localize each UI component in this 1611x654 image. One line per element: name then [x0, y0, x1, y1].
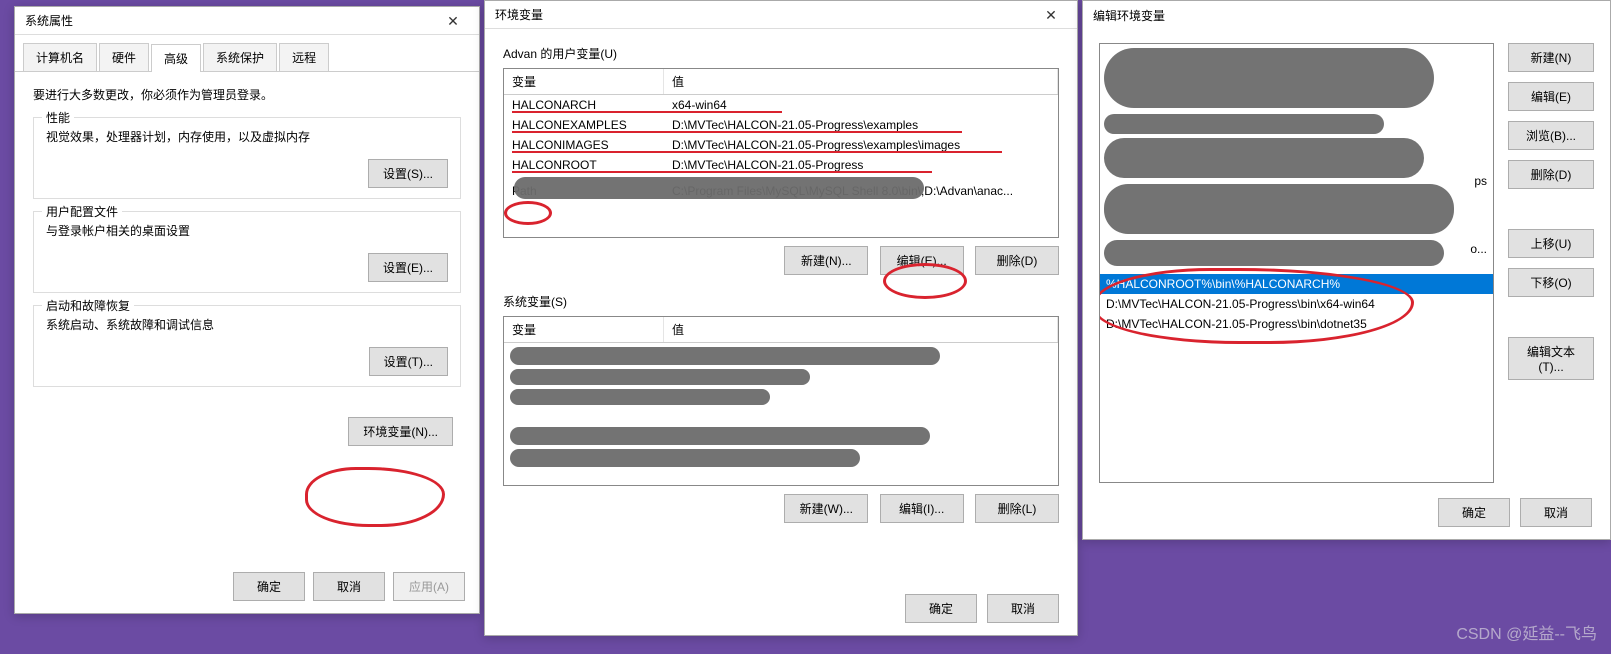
tabs: 计算机名 硬件 高级 系统保护 远程 — [15, 35, 479, 72]
redaction-scribble — [1104, 114, 1384, 134]
redaction-scribble — [1104, 184, 1454, 234]
group-desc: 与登录帐户相关的桌面设置 — [46, 222, 448, 239]
group-desc: 视觉效果，处理器计划，内存使用，以及虚拟内存 — [46, 128, 448, 145]
system-properties-dialog: 系统属性 ✕ 计算机名 硬件 高级 系统保护 远程 要进行大多数更改，你必须作为… — [14, 6, 480, 614]
user-vars-table[interactable]: 变量 值 HALCONARCHx64-win64 HALCONEXAMPLESD… — [503, 68, 1059, 238]
annotation-underline — [512, 171, 932, 173]
user-profile-group: 用户配置文件 与登录帐户相关的桌面设置 设置(E)... — [33, 211, 461, 293]
redaction-scribble — [510, 389, 770, 405]
group-label: 性能 — [42, 109, 74, 126]
redaction-scribble — [514, 177, 924, 199]
tab-hardware[interactable]: 硬件 — [99, 43, 149, 71]
user-vars-label: Advan 的用户变量(U) — [503, 45, 1059, 62]
redaction-scribble — [1104, 240, 1444, 266]
path-suffix: o... — [1470, 242, 1487, 256]
sys-edit-button[interactable]: 编辑(I)... — [880, 494, 964, 523]
startup-group: 启动和故障恢复 系统启动、系统故障和调试信息 设置(T)... — [33, 305, 461, 387]
annotation-circle — [305, 467, 445, 527]
annotation-circle — [883, 263, 967, 299]
redaction-scribble — [510, 427, 930, 445]
apply-button: 应用(A) — [393, 572, 465, 601]
redaction-scribble — [510, 347, 940, 365]
col-header-value[interactable]: 值 — [664, 69, 1058, 94]
annotation-underline — [512, 111, 782, 113]
redaction-scribble — [510, 369, 810, 385]
edit-button[interactable]: 编辑(E) — [1508, 82, 1594, 111]
user-delete-button[interactable]: 删除(D) — [975, 246, 1059, 275]
group-desc: 系统启动、系统故障和调试信息 — [46, 316, 448, 333]
col-header-value[interactable]: 值 — [664, 317, 1058, 342]
user-new-button[interactable]: 新建(N)... — [784, 246, 868, 275]
group-label: 用户配置文件 — [42, 203, 122, 220]
environment-variables-button[interactable]: 环境变量(N)... — [348, 417, 453, 446]
close-icon[interactable]: ✕ — [433, 11, 473, 31]
group-label: 启动和故障恢复 — [42, 297, 134, 314]
path-suffix: ps — [1474, 174, 1487, 188]
sys-vars-label: 系统变量(S) — [503, 293, 1059, 310]
edit-text-button[interactable]: 编辑文本(T)... — [1508, 337, 1594, 380]
tab-advanced[interactable]: 高级 — [151, 44, 201, 72]
new-button[interactable]: 新建(N) — [1508, 43, 1594, 72]
ok-button[interactable]: 确定 — [1438, 498, 1510, 527]
annotation-circle — [1099, 268, 1414, 344]
annotation-underline — [512, 151, 1002, 153]
tab-remote[interactable]: 远程 — [279, 43, 329, 71]
cancel-button[interactable]: 取消 — [313, 572, 385, 601]
move-down-button[interactable]: 下移(O) — [1508, 268, 1594, 297]
startup-settings-button[interactable]: 设置(T)... — [369, 347, 448, 376]
performance-group: 性能 视觉效果，处理器计划，内存使用，以及虚拟内存 设置(S)... — [33, 117, 461, 199]
ok-button[interactable]: 确定 — [233, 572, 305, 601]
sys-vars-table[interactable]: 变量 值 — [503, 316, 1059, 486]
redaction-scribble — [510, 449, 860, 467]
annotation-circle — [504, 201, 552, 225]
col-header-name[interactable]: 变量 — [504, 69, 664, 94]
close-icon[interactable]: ✕ — [1031, 5, 1071, 25]
dialog-title: 环境变量 — [495, 6, 1031, 23]
titlebar[interactable]: 环境变量 ✕ — [485, 1, 1077, 29]
col-header-name[interactable]: 变量 — [504, 317, 664, 342]
dialog-title: 编辑环境变量 — [1093, 7, 1604, 24]
annotation-underline — [512, 131, 962, 133]
ok-button[interactable]: 确定 — [905, 594, 977, 623]
titlebar[interactable]: 编辑环境变量 — [1083, 1, 1610, 29]
path-list[interactable]: ps o... %HALCONROOT%\bin\%HALCONARCH% D:… — [1099, 43, 1494, 483]
watermark: CSDN @延益--飞鸟 — [1456, 620, 1597, 644]
sys-delete-button[interactable]: 删除(L) — [975, 494, 1059, 523]
edit-path-dialog: 编辑环境变量 ps o... %HALCONROOT%\bin\%HALCONA… — [1082, 0, 1611, 540]
tab-system-protection[interactable]: 系统保护 — [203, 43, 277, 71]
redaction-scribble — [1104, 48, 1434, 108]
delete-button[interactable]: 删除(D) — [1508, 160, 1594, 189]
cancel-button[interactable]: 取消 — [987, 594, 1059, 623]
titlebar[interactable]: 系统属性 ✕ — [15, 7, 479, 35]
profile-settings-button[interactable]: 设置(E)... — [368, 253, 448, 282]
tab-computer-name[interactable]: 计算机名 — [23, 43, 97, 71]
performance-settings-button[interactable]: 设置(S)... — [368, 159, 448, 188]
cancel-button[interactable]: 取消 — [1520, 498, 1592, 527]
move-up-button[interactable]: 上移(U) — [1508, 229, 1594, 258]
intro-text: 要进行大多数更改，你必须作为管理员登录。 — [33, 86, 461, 103]
environment-variables-dialog: 环境变量 ✕ Advan 的用户变量(U) 变量 值 HALCONARCHx64… — [484, 0, 1078, 636]
dialog-title: 系统属性 — [25, 12, 433, 29]
sys-new-button[interactable]: 新建(W)... — [784, 494, 868, 523]
redaction-scribble — [1104, 138, 1424, 178]
browse-button[interactable]: 浏览(B)... — [1508, 121, 1594, 150]
